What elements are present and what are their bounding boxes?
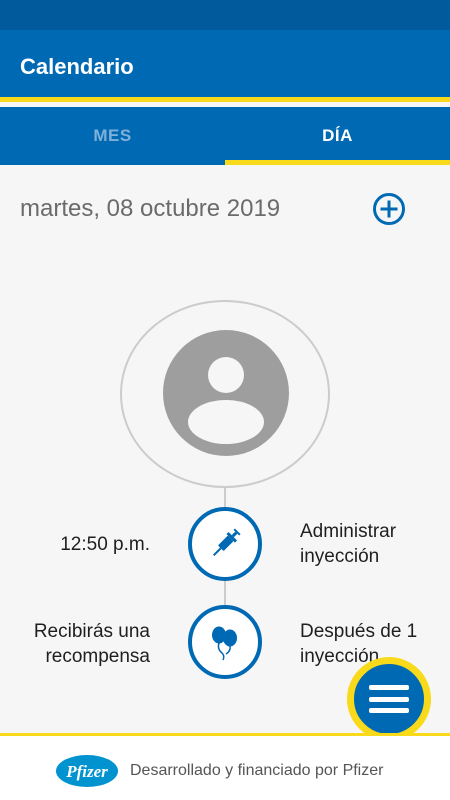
user-placeholder-icon <box>163 330 289 456</box>
timeline-time: 12:50 p.m. <box>60 534 150 555</box>
active-tab-indicator <box>225 160 450 165</box>
menu-icon <box>369 685 409 713</box>
footer-credit: Desarrollado y financiado por Pfizer <box>130 762 384 779</box>
timeline-task: Administrar inyección <box>300 521 397 567</box>
balloons-icon <box>212 626 237 661</box>
avatar <box>163 330 289 456</box>
plus-circle-icon <box>373 193 405 225</box>
timeline-step-reward <box>188 605 262 679</box>
tab-bar: MES DÍA <box>0 107 450 165</box>
svg-text:Pfizer: Pfizer <box>65 762 108 781</box>
selected-date: martes, 08 octubre 2019 <box>20 195 281 222</box>
timeline-step-injection <box>188 507 262 581</box>
tab-day[interactable]: DÍA <box>225 107 450 165</box>
syringe-icon <box>212 528 241 557</box>
status-bar <box>0 0 450 30</box>
footer: Pfizer Desarrollado y financiado por Pfi… <box>0 733 450 800</box>
tab-month[interactable]: MES <box>0 107 225 165</box>
add-event-button[interactable] <box>372 192 406 226</box>
pfizer-logo: Pfizer <box>55 754 119 788</box>
menu-button[interactable] <box>347 657 431 741</box>
app-bar: Calendario <box>0 30 450 102</box>
page-title: Calendario <box>20 54 134 79</box>
timeline-reward: Recibirás una recompensa <box>33 621 150 667</box>
